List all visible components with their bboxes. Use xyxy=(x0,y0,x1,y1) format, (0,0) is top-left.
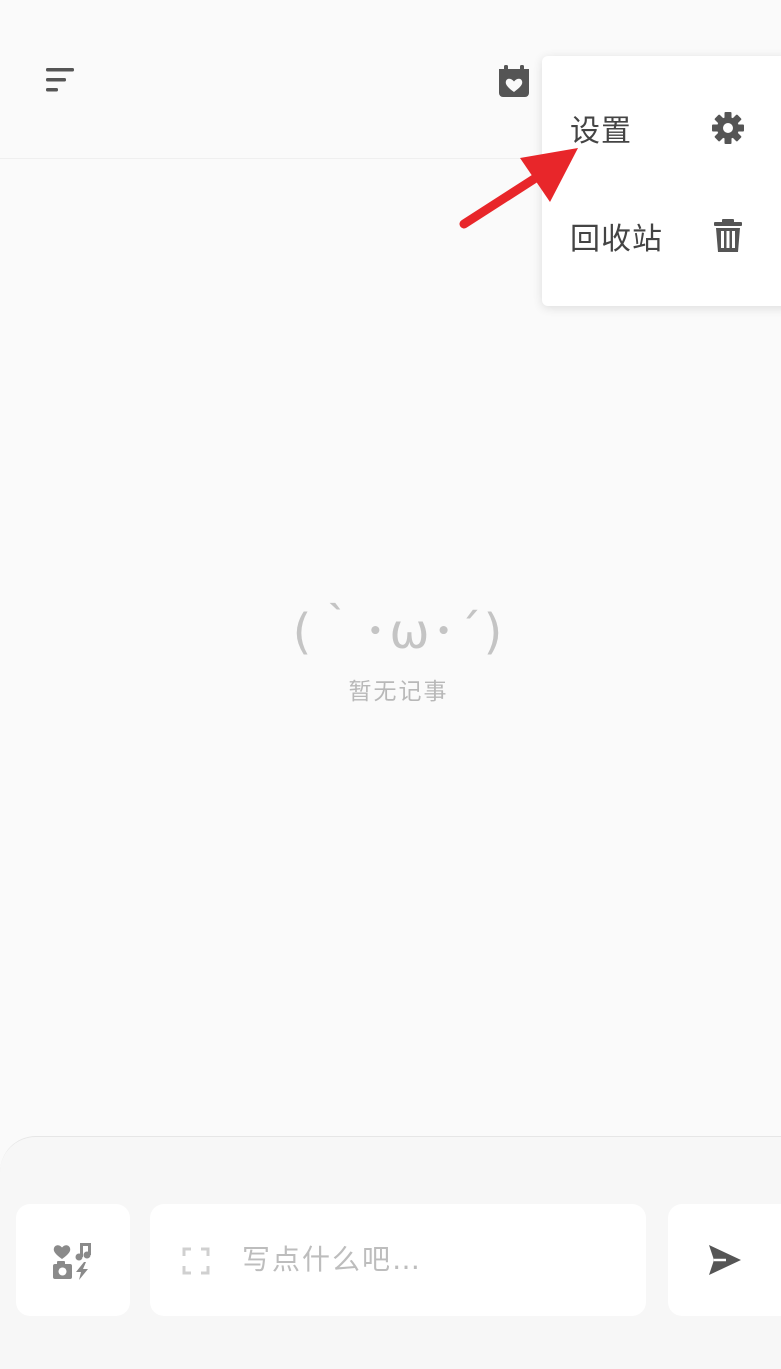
send-button[interactable] xyxy=(668,1204,781,1316)
media-mix-icon xyxy=(53,1243,91,1280)
annotation-arrow-icon xyxy=(450,140,590,240)
sort-lines-icon[interactable] xyxy=(44,66,76,96)
empty-message: 暂无记事 xyxy=(348,679,449,705)
empty-emoticon: (｀･ω･´) xyxy=(292,604,505,660)
send-icon xyxy=(709,1245,741,1275)
gear-icon xyxy=(710,110,746,146)
trash-icon xyxy=(710,218,746,254)
expand-icon[interactable] xyxy=(182,1247,210,1275)
media-button[interactable] xyxy=(16,1204,130,1316)
calendar-heart-icon[interactable] xyxy=(498,64,530,98)
compose-input[interactable]: 写点什么吧… xyxy=(150,1204,646,1316)
compose-placeholder: 写点什么吧… xyxy=(242,1243,423,1276)
